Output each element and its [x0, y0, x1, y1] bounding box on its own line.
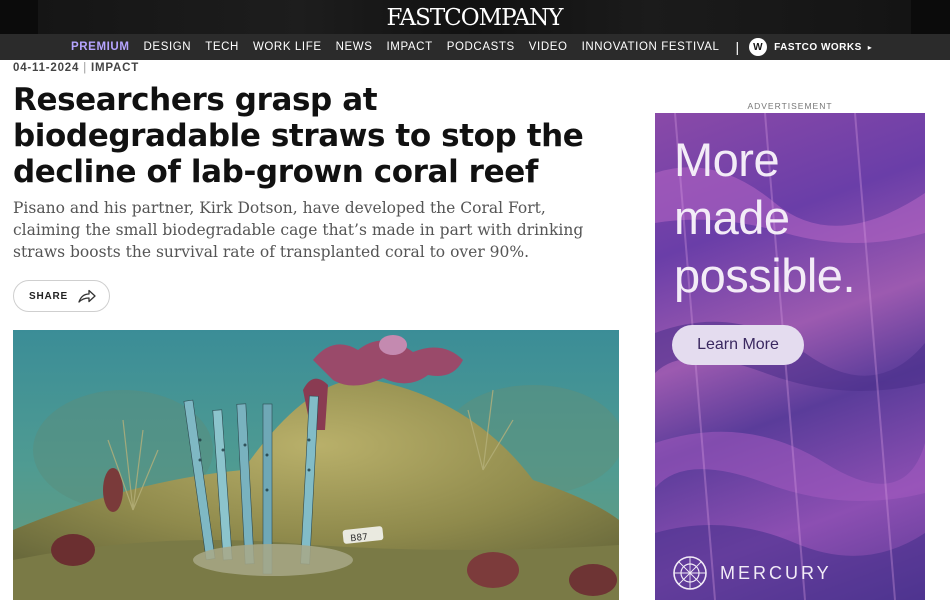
fast-company-logo[interactable]: FASTCOMPANY — [38, 5, 911, 31]
nav-item-tech[interactable]: TECH — [205, 41, 239, 53]
nav-item-news[interactable]: NEWS — [336, 41, 373, 53]
fastco-works-badge-icon: W — [749, 38, 768, 56]
nav-item-podcasts[interactable]: PODCASTS — [447, 41, 515, 53]
ad-brand-name: MERCURY — [720, 562, 832, 583]
hero-tag-label: B87 — [350, 533, 369, 545]
nav-item-impact[interactable]: IMPACT — [387, 41, 433, 53]
share-label: SHARE — [29, 290, 69, 302]
ad-headline-line: made — [674, 191, 790, 244]
banner-background: FASTCOMPANY — [38, 0, 911, 34]
ad-learn-more-button[interactable]: Learn More — [672, 325, 804, 365]
top-banner: FASTCOMPANY — [0, 0, 950, 34]
article-date: 04-11-2024 — [13, 62, 80, 74]
fastco-works-label: FASTCO WORKS — [774, 41, 862, 53]
article-meta: 04-11-2024 | IMPACT — [13, 62, 139, 74]
advertisement-label: ADVERTISEMENT — [747, 101, 833, 111]
ad-headline-line: possible. — [674, 249, 856, 302]
ad-brand: MERCURY — [672, 555, 832, 591]
article-section[interactable]: IMPACT — [91, 62, 139, 74]
chevron-right-icon: ▸ — [867, 42, 873, 52]
fastco-works-link[interactable]: W FASTCO WORKS ▸ — [749, 38, 872, 56]
nav-separator: | — [735, 39, 740, 55]
article-dek: Pisano and his partner, Kirk Dotson, hav… — [13, 199, 584, 261]
meta-separator: | — [83, 62, 87, 74]
hero-image-coral-fort: B87 — [13, 330, 619, 600]
nav-item-design[interactable]: DESIGN — [144, 41, 192, 53]
coral-scene-illustration: B87 — [13, 330, 619, 600]
mercury-logo-icon — [673, 556, 707, 590]
mercury-ad[interactable]: More made possible. Learn More MERCURY — [655, 113, 925, 600]
main-nav: PREMIUM DESIGN TECH WORK LIFE NEWS IMPAC… — [0, 34, 950, 60]
nav-item-work-life[interactable]: WORK LIFE — [253, 41, 322, 53]
nav-item-innovation-festival[interactable]: INNOVATION FESTIVAL — [582, 41, 720, 53]
article-headline: Researchers grasp at biodegradable straw… — [13, 82, 584, 190]
ad-headline-line: More — [674, 133, 780, 186]
nav-item-video[interactable]: VIDEO — [529, 41, 568, 53]
ad-headline: More made possible. — [674, 131, 924, 305]
share-arrow-icon — [78, 289, 96, 303]
share-button[interactable]: SHARE — [13, 280, 110, 312]
nav-item-premium[interactable]: PREMIUM — [71, 41, 130, 53]
nav-items: PREMIUM DESIGN TECH WORK LIFE NEWS IMPAC… — [71, 34, 872, 60]
